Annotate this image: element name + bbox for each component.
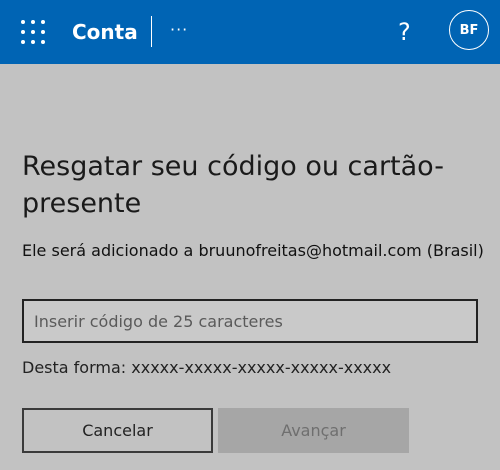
- format-hint: Desta forma: xxxxx-xxxxx-xxxxx-xxxxx-xxx…: [22, 358, 392, 377]
- app-launcher-icon[interactable]: [21, 20, 45, 44]
- header-divider: [151, 16, 152, 47]
- avatar[interactable]: BF: [449, 10, 489, 50]
- account-description: Ele será adicionado a bruunofreitas@hotm…: [22, 241, 484, 260]
- next-button[interactable]: Avançar: [218, 408, 409, 453]
- help-icon[interactable]: ?: [398, 18, 411, 46]
- app-title[interactable]: Conta: [72, 20, 138, 44]
- cancel-button[interactable]: Cancelar: [22, 408, 213, 453]
- more-options-icon[interactable]: ···: [170, 20, 188, 40]
- top-header: Conta ··· ? BF: [0, 0, 500, 64]
- page-title: Resgatar seu código ou cartão-presente: [22, 151, 444, 219]
- code-input[interactable]: [22, 299, 478, 343]
